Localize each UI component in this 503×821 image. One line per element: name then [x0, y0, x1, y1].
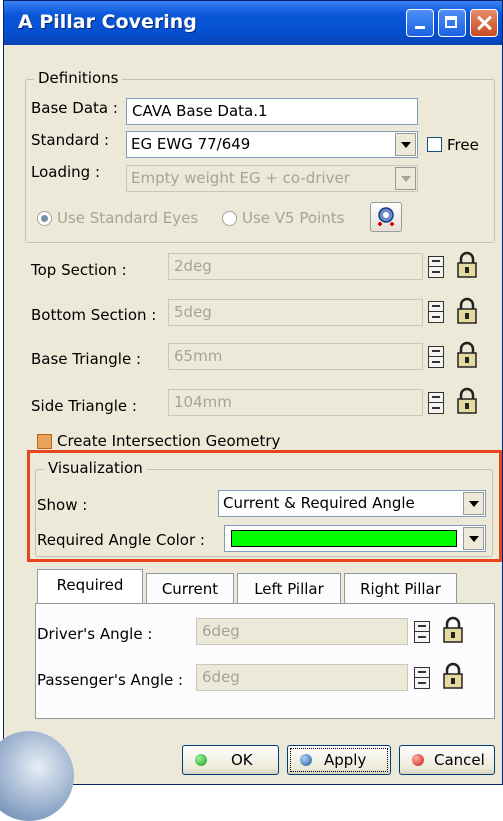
lock-icon[interactable] [442, 616, 464, 644]
side-triangle-spinner[interactable] [428, 392, 444, 414]
free-checkbox[interactable] [427, 137, 442, 152]
use-standard-eyes-radio[interactable] [37, 211, 52, 226]
definitions-legend: Definitions [34, 69, 123, 87]
drivers-angle-field[interactable]: 6deg [196, 618, 408, 645]
base-data-label: Base Data : [31, 99, 118, 117]
cancel-icon [412, 754, 424, 766]
side-triangle-field[interactable]: 104mm [168, 389, 423, 416]
visualization-highlight-frame [27, 450, 502, 562]
ok-icon [195, 754, 207, 766]
chevron-down-icon[interactable] [395, 167, 416, 190]
select-points-button[interactable] [370, 202, 402, 232]
base-triangle-field[interactable]: 65mm [168, 343, 423, 370]
tab-required[interactable]: Required [37, 569, 143, 603]
eye-points-icon [378, 207, 394, 226]
chevron-down-icon[interactable] [395, 133, 416, 156]
globe-decoration [0, 731, 74, 821]
create-intersection-checkbox[interactable] [37, 434, 52, 449]
lock-icon[interactable] [456, 341, 478, 369]
close-button[interactable] [470, 9, 498, 37]
base-data-field[interactable]: CAVA Base Data.1 [126, 98, 418, 125]
tab-right-pillar[interactable]: Right Pillar [344, 573, 457, 605]
drivers-angle-spinner[interactable] [414, 621, 430, 643]
lock-icon[interactable] [456, 251, 478, 279]
base-triangle-label: Base Triangle : [31, 350, 142, 368]
loading-combo[interactable]: Empty weight EG + co-driver [126, 165, 418, 192]
ok-button[interactable]: OK [182, 745, 279, 775]
lock-icon[interactable] [456, 297, 478, 325]
cancel-label: Cancel [434, 751, 485, 769]
passengers-angle-spinner[interactable] [414, 667, 430, 689]
lock-icon[interactable] [442, 662, 464, 690]
free-label: Free [447, 136, 479, 154]
ok-label: OK [231, 751, 253, 769]
cancel-button[interactable]: Cancel [399, 745, 495, 775]
maximize-button[interactable] [438, 9, 466, 37]
standard-value: EG EWG 77/649 [131, 135, 251, 153]
tab-left-pillar[interactable]: Left Pillar [237, 573, 341, 605]
top-section-field[interactable]: 2deg [168, 253, 423, 280]
bottom-section-spinner[interactable] [428, 301, 444, 323]
apply-button[interactable]: Apply [287, 745, 391, 775]
bottom-section-label: Bottom Section : [31, 306, 157, 324]
top-section-label: Top Section : [31, 261, 127, 279]
drivers-angle-label: Driver's Angle : [37, 625, 153, 643]
passengers-angle-field[interactable]: 6deg [196, 664, 408, 691]
side-triangle-label: Side Triangle : [31, 397, 137, 415]
loading-label: Loading : [31, 163, 101, 181]
window-title: A Pillar Covering [18, 11, 197, 33]
apply-icon [300, 754, 312, 766]
bottom-section-field[interactable]: 5deg [168, 299, 423, 326]
base-triangle-spinner[interactable] [428, 346, 444, 368]
title-bar[interactable]: A Pillar Covering [4, 1, 502, 45]
create-intersection-label: Create Intersection Geometry [57, 432, 281, 450]
top-section-spinner[interactable] [428, 256, 444, 278]
standard-label: Standard : [31, 131, 110, 149]
minimize-button[interactable] [406, 9, 434, 37]
apply-label: Apply [324, 751, 367, 769]
standard-combo[interactable]: EG EWG 77/649 [126, 131, 418, 158]
use-standard-eyes-label: Use Standard Eyes [57, 209, 199, 227]
use-v5-points-label: Use V5 Points [242, 209, 345, 227]
passengers-angle-label: Passenger's Angle : [37, 671, 184, 689]
use-v5-points-radio[interactable] [222, 211, 237, 226]
dialog-window: A Pillar Covering Definitions Base Data … [0, 0, 503, 821]
lock-icon[interactable] [456, 387, 478, 415]
loading-value: Empty weight EG + co-driver [131, 169, 350, 187]
tab-current[interactable]: Current [146, 573, 234, 605]
